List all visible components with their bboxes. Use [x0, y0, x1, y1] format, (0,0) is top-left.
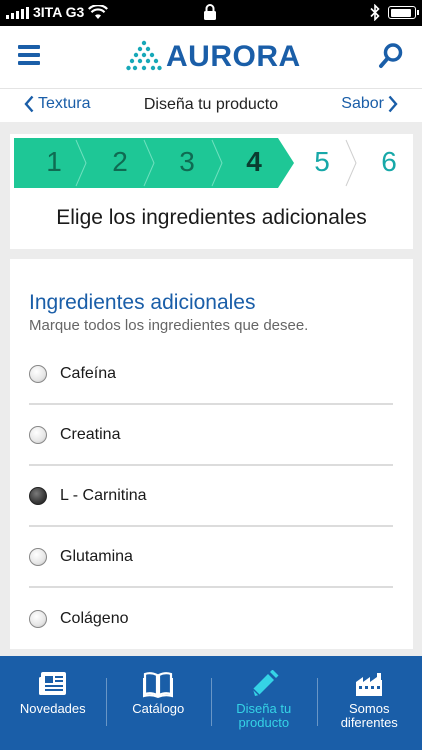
tab-somos-diferentes[interactable]: Somos diferentes	[316, 656, 422, 750]
newspaper-icon	[38, 672, 66, 695]
ingredient-label: Creatina	[60, 425, 121, 443]
tab-novedades[interactable]: Novedades	[0, 656, 106, 750]
ingredient-option[interactable]: Colágeno	[29, 588, 393, 649]
ingredient-option[interactable]: Creatina	[29, 405, 393, 466]
step-1[interactable]: 1	[34, 146, 74, 178]
pencil-icon	[252, 670, 279, 696]
status-left: 3ITA G3	[6, 4, 109, 20]
radio-button[interactable]	[29, 486, 47, 505]
step-separator-icon	[211, 139, 223, 187]
radio-button[interactable]	[29, 609, 47, 628]
status-bar: 3ITA G3	[0, 0, 422, 26]
step-3[interactable]: 3	[167, 146, 207, 178]
app-header: AURORA	[0, 26, 422, 88]
signal-icon	[6, 5, 29, 19]
lock-icon	[203, 4, 217, 24]
factory-icon	[356, 673, 383, 696]
logo-mark-icon	[126, 40, 162, 71]
step-6[interactable]: 6	[369, 146, 409, 178]
ingredients-card: Ingredientes adicionales Marque todos lo…	[10, 259, 413, 649]
back-label: Textura	[38, 95, 91, 112]
tab-catalogo[interactable]: Catálogo	[105, 656, 212, 750]
radio-button[interactable]	[29, 364, 47, 383]
section-title: Ingredientes adicionales	[29, 291, 256, 314]
ingredient-option[interactable]: L - Carnitina	[29, 466, 393, 527]
bluetooth-icon	[370, 4, 380, 21]
battery-icon	[388, 6, 419, 19]
book-icon	[143, 672, 174, 698]
next-button[interactable]: Sabor	[341, 95, 398, 113]
back-button[interactable]: Textura	[24, 95, 90, 113]
search-icon[interactable]	[378, 42, 404, 70]
step-separator-icon	[345, 139, 357, 187]
tab-disena[interactable]: Diseña tu producto	[211, 656, 317, 750]
ingredient-label: Glutamina	[60, 547, 133, 565]
next-label: Sabor	[341, 95, 384, 112]
logo-text: AURORA	[166, 40, 301, 73]
ingredient-list: Cafeína Creatina L - Carnitina Glutamina…	[29, 344, 393, 649]
carrier-label: 3ITA G3	[33, 4, 85, 20]
steps-card: 1 2 3 4 5 6 Elige los ingredientes adici…	[10, 134, 413, 249]
step-navigation: Textura Diseña tu producto Sabor	[0, 88, 422, 122]
section-subtitle: Marque todos los ingredientes que desee.	[29, 317, 309, 334]
chevron-right-icon	[388, 95, 398, 113]
step-heading: Elige los ingredientes adicionales	[56, 206, 367, 229]
aurora-logo: AURORA	[126, 40, 301, 74]
battery-level	[390, 8, 412, 17]
radio-button[interactable]	[29, 425, 47, 444]
step-progress: 1 2 3 4 5 6	[14, 138, 409, 188]
tab-label: Diseña tu producto	[236, 701, 292, 730]
chevron-left-icon	[24, 95, 34, 113]
ingredient-label: Colágeno	[60, 609, 129, 627]
step-2[interactable]: 2	[100, 146, 140, 178]
bottom-tab-bar: Novedades Catálogo Diseña tu producto So…	[0, 656, 422, 750]
tab-label: Somos diferentes	[340, 701, 398, 730]
radio-button[interactable]	[29, 547, 47, 566]
step-5[interactable]: 5	[302, 146, 342, 178]
step-4[interactable]: 4	[234, 146, 274, 178]
ingredient-option[interactable]: Glutamina	[29, 527, 393, 588]
wifi-icon	[88, 4, 109, 19]
status-right	[370, 4, 419, 21]
step-separator-icon	[143, 139, 155, 187]
hamburger-icon[interactable]	[18, 45, 40, 65]
ingredient-label: Cafeína	[60, 364, 117, 382]
tab-label: Catálogo	[132, 701, 185, 716]
ingredient-label: L - Carnitina	[60, 486, 147, 504]
step-separator-icon	[75, 139, 87, 187]
tab-label: Novedades	[19, 701, 86, 716]
ingredient-option[interactable]: Cafeína	[29, 344, 393, 405]
